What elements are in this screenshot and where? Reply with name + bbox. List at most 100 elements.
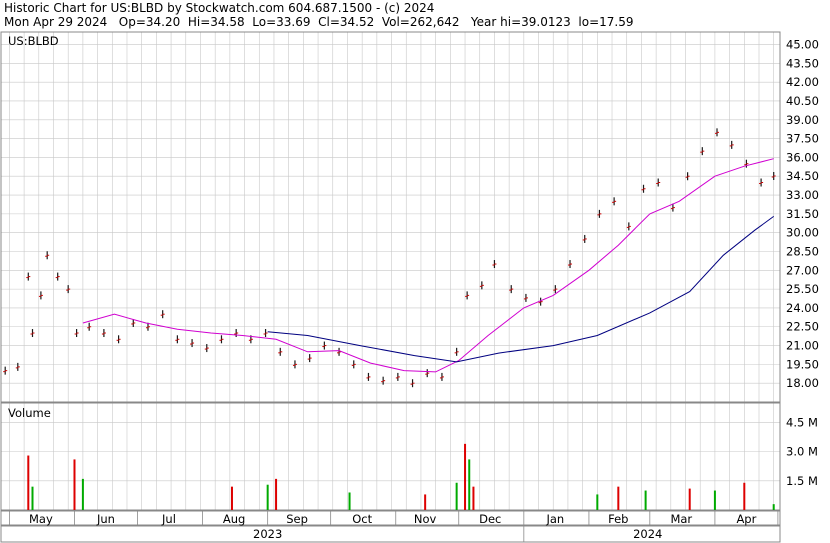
volume-bar (230, 486, 233, 510)
symbol-label: US:BLBD (8, 34, 59, 48)
price-bar (55, 272, 60, 281)
price-bar (759, 178, 764, 187)
month-tick-label: Jul (161, 512, 176, 526)
price-tick-label: 28.50 (786, 244, 819, 258)
volume-bar (688, 488, 691, 510)
price-tick-label: 34.50 (786, 169, 819, 183)
price-bar (30, 329, 35, 338)
month-tick-label: Jan (545, 512, 564, 526)
year-axis-frame (0, 525, 781, 543)
price-tick-label: 21.00 (786, 339, 819, 353)
month-tick-label: Apr (736, 512, 756, 526)
volume-bar (772, 504, 775, 510)
volume-bar (348, 492, 351, 510)
month-tick-label: Mar (670, 512, 692, 526)
volume-bar (455, 482, 458, 510)
volume-label: Volume (8, 406, 51, 420)
volume-bar (31, 486, 34, 510)
price-tick-label: 22.50 (786, 320, 819, 334)
price-tick-label: 33.00 (786, 188, 819, 202)
price-bar (465, 291, 470, 300)
price-bar (234, 329, 239, 338)
price-bar (612, 197, 617, 206)
price-bar (454, 347, 459, 356)
month-tick-label: Nov (414, 512, 437, 526)
price-tick-label: 36.00 (786, 150, 819, 164)
volume-bar (73, 459, 76, 510)
month-tick-label: Sep (286, 512, 308, 526)
price-bar (395, 372, 400, 381)
price-bar (101, 329, 106, 338)
price-bar (568, 260, 573, 269)
month-tick-label: Feb (608, 512, 628, 526)
price-bar (219, 335, 224, 344)
month-tick-label: Aug (223, 512, 245, 526)
price-bar (337, 347, 342, 356)
price-bar (656, 178, 661, 187)
volume-bar (424, 494, 427, 510)
price-bar (38, 291, 43, 300)
volume-bar (596, 494, 599, 510)
volume-tick-label: 4.5 M (786, 415, 818, 429)
price-bar (366, 372, 371, 381)
volume-bar (266, 484, 269, 510)
volume-bar (275, 478, 278, 510)
price-bar (715, 128, 720, 137)
price-bar (582, 234, 587, 243)
stock-chart: 45.00 43.50 42.00 40.50 39.00 37.50 36.00 34.50… (0, 31, 819, 543)
volume-panel-frame (0, 402, 781, 511)
price-bar (160, 310, 165, 319)
price-bar (492, 260, 497, 269)
price-bar (439, 372, 444, 381)
price-bar (74, 329, 79, 338)
month-tick-label: Oct (352, 512, 372, 526)
price-bar (425, 369, 430, 378)
price-tick-label: 45.00 (786, 38, 819, 52)
price-bar (479, 281, 484, 290)
price-tick-label: 18.00 (786, 376, 819, 390)
volume-bar (713, 490, 716, 510)
price-bar (523, 293, 528, 302)
price-tick-label: 40.50 (786, 94, 819, 108)
year-label: 2024 (633, 527, 662, 541)
price-tick-label: 39.00 (786, 113, 819, 127)
price-bar (700, 147, 705, 156)
price-bar (278, 347, 283, 356)
price-tick-label: 19.50 (786, 357, 819, 371)
volume-bar (81, 478, 84, 510)
year-label: 2023 (253, 527, 282, 541)
price-bar (263, 329, 268, 338)
price-bar (116, 335, 121, 344)
price-bar (626, 222, 631, 231)
volume-bar (644, 490, 647, 510)
volume-bar (472, 486, 475, 510)
month-axis-frame (0, 510, 781, 526)
price-tick-label: 24.00 (786, 301, 819, 315)
month-tick-label: Jun (96, 512, 115, 526)
volume-bar (468, 459, 471, 510)
price-tick-label: 42.00 (786, 75, 819, 89)
price-tick-label: 25.50 (786, 282, 819, 296)
price-bar (3, 366, 8, 375)
volume-bar (617, 486, 620, 510)
volume-bar (464, 443, 467, 510)
price-tick-label: 43.50 (786, 56, 819, 70)
price-bar (307, 354, 312, 363)
price-bar (729, 140, 734, 149)
month-tick-label: Dec (479, 512, 501, 526)
price-tick-label: 31.50 (786, 207, 819, 221)
price-tick-label: 30.00 (786, 226, 819, 240)
price-panel-frame (0, 31, 781, 403)
volume-bar (27, 455, 30, 510)
volume-bar (743, 482, 746, 510)
month-tick-label: May (29, 512, 53, 526)
volume-tick-label: 1.5 M (786, 474, 818, 488)
moving-average-short-line (82, 158, 774, 373)
price-tick-label: 27.00 (786, 263, 819, 277)
price-bar (175, 335, 180, 344)
price-tick-label: 37.50 (786, 132, 819, 146)
price-bar (26, 272, 31, 281)
price-bar (641, 184, 646, 193)
volume-tick-label: 3.0 M (786, 445, 818, 459)
price-bar (45, 251, 50, 260)
